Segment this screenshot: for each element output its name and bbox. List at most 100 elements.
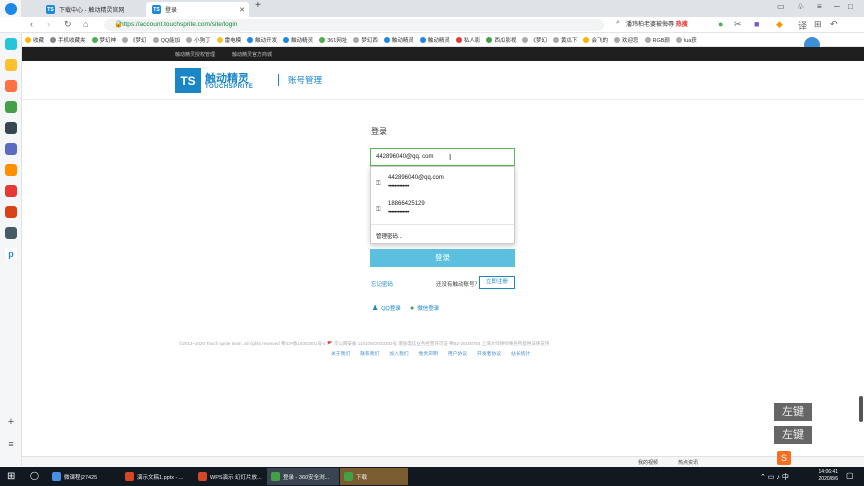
minimize-icon[interactable]: ─ (834, 2, 840, 11)
sidebar-app-icon[interactable] (5, 80, 17, 92)
sidebar-app-icon[interactable] (5, 206, 17, 218)
menu-icon[interactable]: ≡ (817, 2, 822, 11)
game-icon[interactable]: ◆ (776, 19, 783, 30)
bookmark-item[interactable]: 会飞的 (580, 36, 611, 44)
close-icon[interactable]: ✕ (239, 6, 245, 14)
extension-icon[interactable]: ■ (754, 19, 759, 29)
forward-icon[interactable]: › (47, 19, 50, 29)
sidebar-app-icon[interactable] (5, 122, 17, 134)
touchsprite-tab-icon: TS (152, 5, 161, 14)
taskbar-task[interactable]: 微课程|27425 (48, 468, 120, 485)
site-header: TS 触动精灵 TOUCHSPRITE 账号管理 (22, 61, 864, 100)
register-button[interactable]: 立即注册 (479, 276, 515, 289)
sidebar-app-icon[interactable] (5, 101, 17, 113)
tray-icons[interactable]: ⌃ ▭ ♪ 中 (760, 472, 789, 482)
footer-link[interactable]: 免责声明 (419, 350, 438, 357)
top-link-shop[interactable]: 触动精灵官方商城 (232, 51, 272, 58)
footer-link[interactable]: 用户协议 (448, 350, 467, 357)
new-tab-button[interactable]: + (255, 0, 261, 11)
bookmark-item[interactable]: 西瓜影视 (483, 36, 519, 44)
footer-link[interactable]: 站长统计 (511, 350, 530, 357)
key-icon: ⚿ (376, 207, 381, 213)
taskbar-task[interactable]: 登录 - 360安全浏... (267, 468, 339, 485)
search-input[interactable]: 潘玮柏老婆被侮辱 热搜 (614, 19, 714, 31)
sidebar-app-icon[interactable] (5, 227, 17, 239)
tab-login[interactable]: TS 登录 ✕ (146, 2, 249, 17)
apps-grid-icon[interactable]: ⊞ (814, 19, 822, 30)
extension-icon[interactable]: ● (718, 19, 723, 29)
taskbar-task[interactable]: 下载 (340, 468, 408, 485)
bookmark-item[interactable]: 触动精灵 (280, 36, 316, 44)
status-news[interactable]: 热点资讯 (678, 459, 698, 466)
sidebar-app-icon[interactable] (5, 185, 17, 197)
footer-link[interactable]: 联系我们 (360, 350, 379, 357)
bookmark-item[interactable]: 雷电模 (214, 36, 245, 44)
footer-link[interactable]: 开发者协议 (477, 350, 501, 357)
bookmark-item[interactable]: 黄瓜下 (550, 36, 581, 44)
refresh-icon[interactable]: ↻ (64, 19, 72, 30)
bookmark-item[interactable]: 《梦幻 (519, 36, 550, 44)
account-input[interactable]: 442896040@qq. com (370, 148, 515, 166)
bookmark-item[interactable]: 手机收藏夹 (47, 36, 89, 44)
footer-link[interactable]: 关于我们 (331, 350, 350, 357)
qq-icon: ♟ (372, 305, 379, 312)
tab-download-center[interactable]: TS 下载中心 - 触动精灵官网 ✕ (40, 2, 155, 17)
url-input[interactable]: https://account.touchsprite.com/site/log… (104, 19, 604, 31)
hot-badge: 热搜 (675, 22, 688, 28)
taskbar-clock[interactable]: 14:06:41 2020/8/6 (819, 469, 838, 483)
bookmark-item[interactable]: 触动精灵 (417, 36, 453, 44)
bookmark-item[interactable]: 361网址 (316, 36, 350, 44)
page-title: 登录 (371, 127, 387, 136)
bookmark-item[interactable]: 私人影 (453, 36, 484, 44)
bookmark-item[interactable]: 收藏 (22, 36, 47, 44)
manage-passwords-item[interactable]: 管理密码... (376, 232, 403, 240)
key-overlay: 左键 (774, 426, 812, 444)
sidebar-app-icon[interactable] (5, 164, 17, 176)
bookmark-item[interactable]: QQ能加 (150, 36, 184, 44)
back-icon[interactable]: ‹ (30, 19, 33, 29)
bookmark-item[interactable]: RGB颜 (642, 36, 673, 44)
bookmark-item[interactable]: lua获 (673, 36, 700, 44)
star-icon[interactable] (5, 59, 17, 71)
top-link-auth[interactable]: 触动精灵授权管理 (175, 51, 215, 58)
saved-account-item[interactable]: ⚿ 442896040@qq.com ••••••••••••• (371, 171, 514, 197)
qq-login-link[interactable]: ♟ QQ登录 (372, 304, 401, 312)
footer-link[interactable]: 加入我们 (389, 350, 408, 357)
taskbar-task[interactable]: 演示文稿1.pptx - ... (121, 468, 193, 485)
notification-icon[interactable]: ▢ (846, 471, 854, 480)
bookmark-item[interactable]: 小狗丁 (183, 36, 214, 44)
status-video[interactable]: 我的视频 (638, 459, 658, 466)
sidebar-app-icon[interactable] (5, 143, 17, 155)
scissors-icon[interactable]: ✂ (734, 19, 742, 30)
undo-icon[interactable]: ↶ (830, 19, 838, 30)
bookmark-item[interactable]: 触动精灵 (381, 36, 417, 44)
home-icon[interactable]: ⌂ (83, 19, 88, 29)
scrollbar-thumb[interactable] (859, 396, 863, 422)
ime-icon[interactable]: S (777, 451, 791, 465)
skin-icon[interactable]: ♧ (797, 2, 804, 11)
sidebar-app-icon[interactable]: p (5, 248, 17, 260)
login-button[interactable]: 登录 (370, 249, 515, 267)
bookmark-item[interactable]: 梦幻西 (350, 36, 381, 44)
touchsprite-logo[interactable]: TS (175, 68, 201, 93)
browser-logo-icon[interactable] (5, 3, 17, 15)
wechat-login-link[interactable]: ● 微信登录 (410, 304, 439, 313)
windows-start-icon[interactable]: ⊞ (7, 471, 15, 482)
maximize-icon[interactable]: □ (848, 2, 853, 11)
bookmark-item[interactable]: 触动开发 (244, 36, 280, 44)
clock-date: 2020/8/6 (818, 476, 838, 482)
bookmark-item[interactable]: 梦幻神 (89, 36, 120, 44)
saved-account-item[interactable]: ⚿ 18866425129 ••••••••••••• (371, 197, 514, 223)
menu-icon[interactable]: ≡ (5, 438, 17, 450)
bookmark-item[interactable]: 欢迎您 (611, 36, 642, 44)
add-icon[interactable]: + (5, 416, 17, 428)
bookmark-item[interactable]: 《梦幻 (119, 36, 150, 44)
sidebar-app-icon[interactable] (5, 38, 17, 50)
window-menu-icon[interactable]: ▭ (777, 2, 785, 11)
taskbar-task[interactable]: WPS演示 幻灯片放... (194, 468, 266, 485)
footer-copyright: ©2013~2020 Touch sprite team. all rights… (179, 341, 550, 346)
cortana-icon[interactable]: ◯ (30, 471, 39, 480)
forgot-password-link[interactable]: 忘记密码 (371, 280, 393, 288)
translate-icon[interactable]: 译 (798, 19, 807, 32)
header-divider (278, 74, 279, 86)
